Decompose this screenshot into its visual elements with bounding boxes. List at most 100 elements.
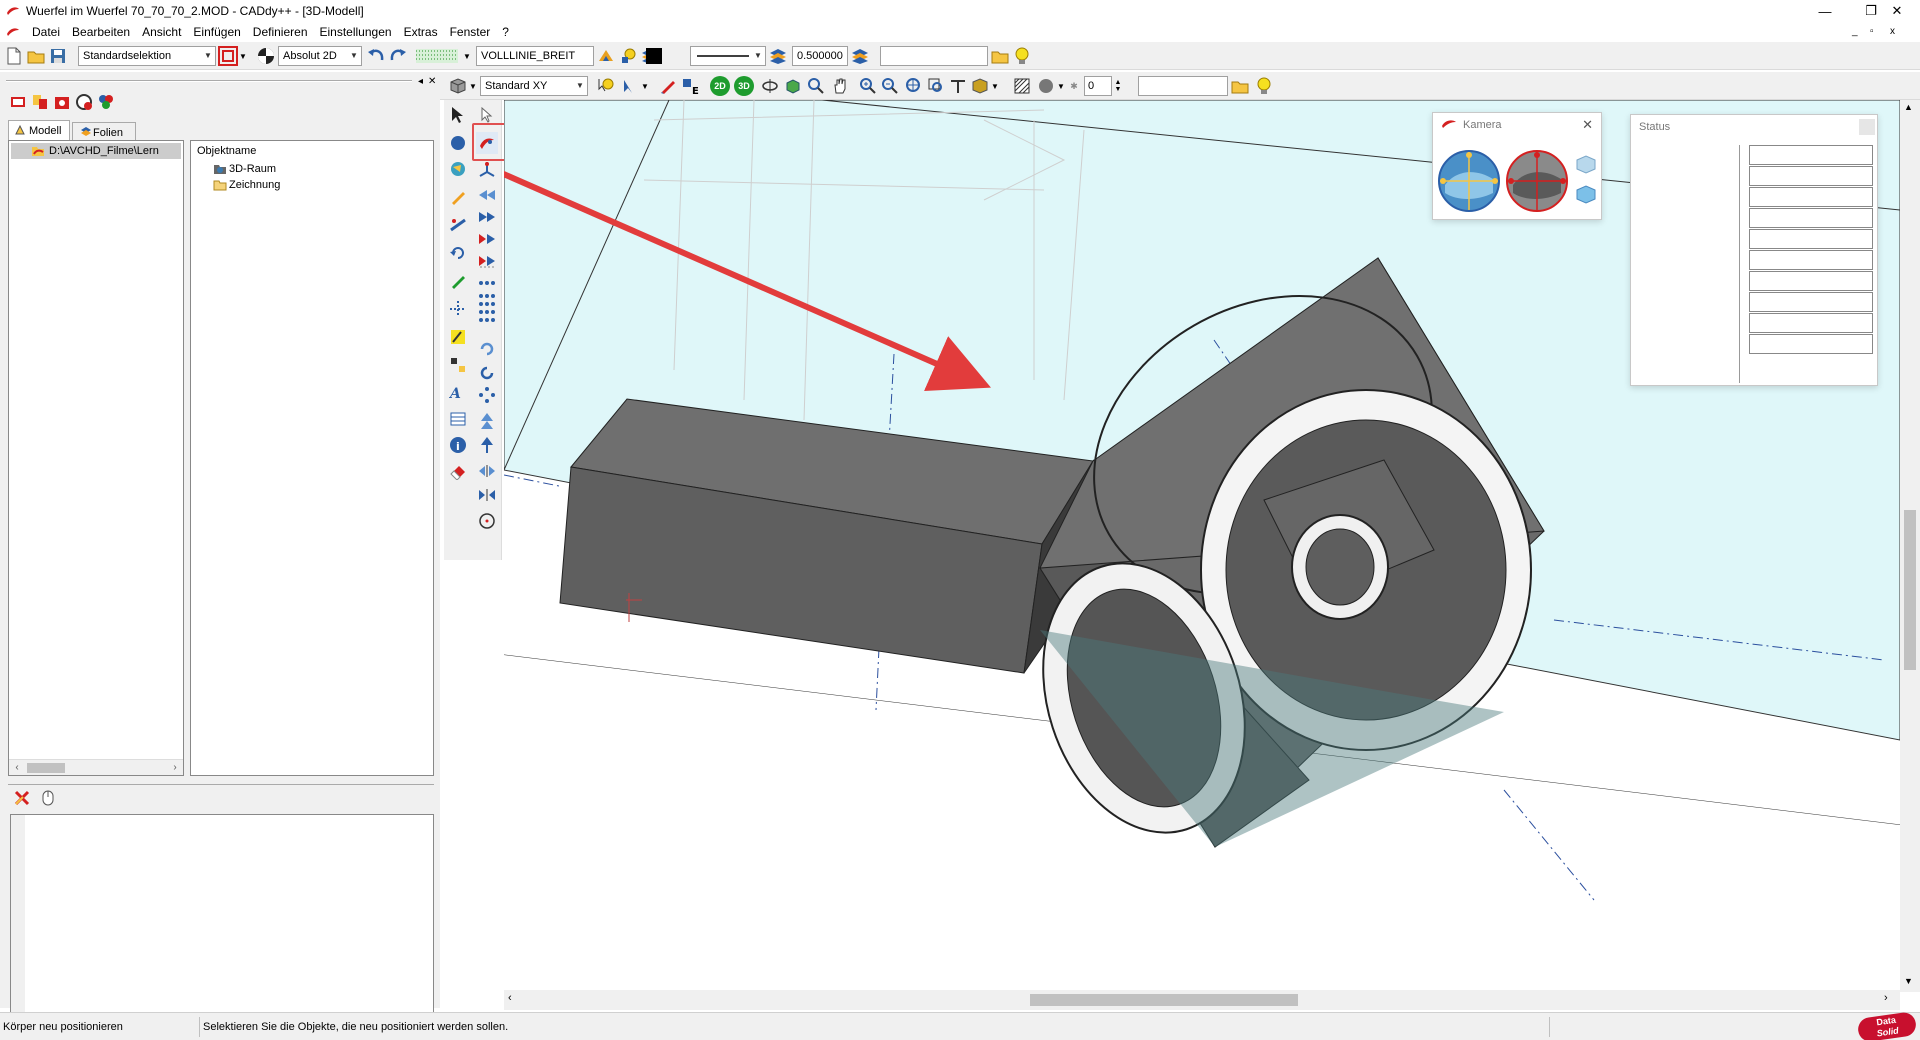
save-icon[interactable] xyxy=(48,46,68,66)
scroll-left-icon[interactable]: ‹ xyxy=(9,760,25,776)
view-cube-icon[interactable] xyxy=(448,76,468,96)
mdi-minimize-button[interactable]: _ xyxy=(1852,26,1858,37)
color-black-swatch[interactable] xyxy=(646,48,662,64)
model-tool-icon-3[interactable] xyxy=(52,92,72,112)
section-plane-icon[interactable] xyxy=(948,76,968,96)
layer-stack-icon-2[interactable] xyxy=(768,46,788,66)
snap-dropdown-icon[interactable]: ▼ xyxy=(640,76,650,96)
model-tool-icon-1[interactable] xyxy=(8,92,28,112)
grid-pattern-icon[interactable] xyxy=(414,46,460,66)
menu-bearbeiten[interactable]: Bearbeiten xyxy=(66,22,136,42)
shading-dropdown-icon[interactable]: ▼ xyxy=(990,76,1000,96)
hatch-pattern-icon[interactable] xyxy=(1012,76,1032,96)
view-plane-dropdown[interactable]: Standard XY ▼ xyxy=(480,76,588,96)
axes-move-icon[interactable] xyxy=(476,158,498,180)
mdi-restore-button[interactable]: ▫ xyxy=(1870,26,1874,37)
line-style-dropdown[interactable]: ▼ xyxy=(690,46,766,66)
hatch-tool-icon[interactable] xyxy=(447,408,469,430)
menu-einfuegen[interactable]: Einfügen xyxy=(187,22,246,42)
hscroll-thumb[interactable] xyxy=(1030,994,1298,1006)
text-tool-icon[interactable]: A xyxy=(447,382,469,404)
folder-layers-icon[interactable] xyxy=(990,46,1010,66)
symbol-tool-icon[interactable] xyxy=(447,354,469,376)
zoom-out-icon[interactable] xyxy=(880,76,900,96)
green-pen-icon[interactable] xyxy=(447,270,469,292)
menu-datei[interactable]: Datei xyxy=(26,22,66,42)
pen-palette-icon[interactable] xyxy=(596,46,616,66)
camera-globe-red-icon[interactable] xyxy=(1505,149,1569,213)
panel-close-icon[interactable]: ✕ xyxy=(428,76,436,87)
array-dots-grid-icon[interactable] xyxy=(476,290,498,330)
select-arrow-icon[interactable] xyxy=(447,104,469,126)
highlight-tool-icon[interactable] xyxy=(447,326,469,348)
rotate-tool-icon[interactable] xyxy=(447,242,469,264)
move-right-dark-icon[interactable] xyxy=(476,206,498,228)
zoom-window-icon[interactable] xyxy=(806,76,826,96)
model-tool-icon-5[interactable] xyxy=(96,92,116,112)
info-icon[interactable]: i xyxy=(447,434,469,456)
new-file-icon[interactable] xyxy=(4,46,24,66)
redo-icon[interactable] xyxy=(388,46,408,66)
menu-fenster[interactable]: Fenster xyxy=(444,22,497,42)
spin-buttons[interactable]: ▲ ▼ xyxy=(1112,76,1124,96)
coordinate-mode-dropdown[interactable]: Absolut 2D ▼ xyxy=(278,46,362,66)
close-button[interactable]: ✕ xyxy=(1874,0,1920,22)
shaded-cube-icon[interactable] xyxy=(970,76,990,96)
layer-name-field[interactable] xyxy=(880,46,988,66)
undo-icon[interactable] xyxy=(366,46,386,66)
rotate-copy-icon[interactable] xyxy=(476,338,498,360)
edit-pen-icon[interactable] xyxy=(658,76,678,96)
lightbulb-layer-icon[interactable] xyxy=(618,46,638,66)
selection-mode-dropdown[interactable]: Standardselektion ▼ xyxy=(78,46,216,66)
scroll-left-icon[interactable]: ‹ xyxy=(508,992,512,1004)
pointer-light-icon[interactable] xyxy=(596,76,616,96)
vscroll-thumb[interactable] xyxy=(1904,510,1916,670)
camera-cube-side-icon[interactable] xyxy=(1575,183,1597,205)
mouse-attribute-icon[interactable] xyxy=(38,788,58,808)
folder-view-icon[interactable] xyxy=(1230,76,1250,96)
scroll-right-icon[interactable]: › xyxy=(1884,992,1888,1004)
mirror-icon[interactable] xyxy=(476,460,498,482)
scroll-thumb[interactable] xyxy=(27,763,65,773)
selection-frame-icon[interactable] xyxy=(218,46,238,66)
measure-tool-icon[interactable] xyxy=(447,214,469,236)
lightbulb-view-icon[interactable] xyxy=(1254,76,1274,96)
pencil-icon[interactable] xyxy=(447,186,469,208)
sphere-material-icon[interactable] xyxy=(1036,76,1056,96)
zoom-in-icon[interactable] xyxy=(858,76,878,96)
zoom-all-icon[interactable] xyxy=(904,76,924,96)
menu-einstellungen[interactable]: Einstellungen xyxy=(314,22,398,42)
pan-hand-icon[interactable] xyxy=(830,76,850,96)
menu-extras[interactable]: Extras xyxy=(398,22,444,42)
move-up-icon[interactable] xyxy=(476,410,498,432)
zoom-extents-icon[interactable] xyxy=(926,76,946,96)
grid-dropdown-icon[interactable]: ▼ xyxy=(462,46,472,66)
scroll-up-icon[interactable]: ▲ xyxy=(1904,102,1913,112)
minimize-button[interactable]: — xyxy=(1802,0,1848,22)
object-zeichnung[interactable]: Zeichnung xyxy=(213,179,280,191)
menu-help[interactable]: ? xyxy=(496,22,515,42)
view-2d-icon[interactable]: 2D xyxy=(710,76,730,96)
layer-stack-icon-3[interactable] xyxy=(850,46,870,66)
camera-globe-blue-icon[interactable] xyxy=(1437,149,1501,213)
model-tool-icon-2[interactable] xyxy=(30,92,50,112)
eraser-icon[interactable] xyxy=(447,460,469,482)
delete-cross-icon[interactable] xyxy=(12,788,32,808)
selection-frame-dropdown-icon[interactable]: ▼ xyxy=(238,46,248,66)
open-folder-icon[interactable] xyxy=(26,46,46,66)
scroll-down-icon[interactable]: ▼ xyxy=(1904,976,1913,986)
globe-tool-icon[interactable] xyxy=(447,158,469,180)
object-3d-raum[interactable]: 3D-Raum xyxy=(213,163,276,175)
cube-rotate-icon[interactable] xyxy=(782,76,802,96)
material-dropdown-icon[interactable]: ▼ xyxy=(1056,76,1066,96)
lightbulb-icon[interactable] xyxy=(1012,46,1032,66)
coordinate-sphere-icon[interactable] xyxy=(256,46,276,66)
model-tool-icon-4[interactable] xyxy=(74,92,94,112)
view-text-field[interactable] xyxy=(1138,76,1228,96)
camera-close-icon[interactable]: ✕ xyxy=(1582,113,1593,137)
panel-pin-icon[interactable]: ◂ xyxy=(418,76,423,87)
status-window-button[interactable] xyxy=(1859,119,1875,135)
mirror-dark-icon[interactable] xyxy=(476,484,498,506)
camera-cube-front-icon[interactable] xyxy=(1575,153,1597,175)
copy-move-red-icon[interactable] xyxy=(476,228,498,250)
